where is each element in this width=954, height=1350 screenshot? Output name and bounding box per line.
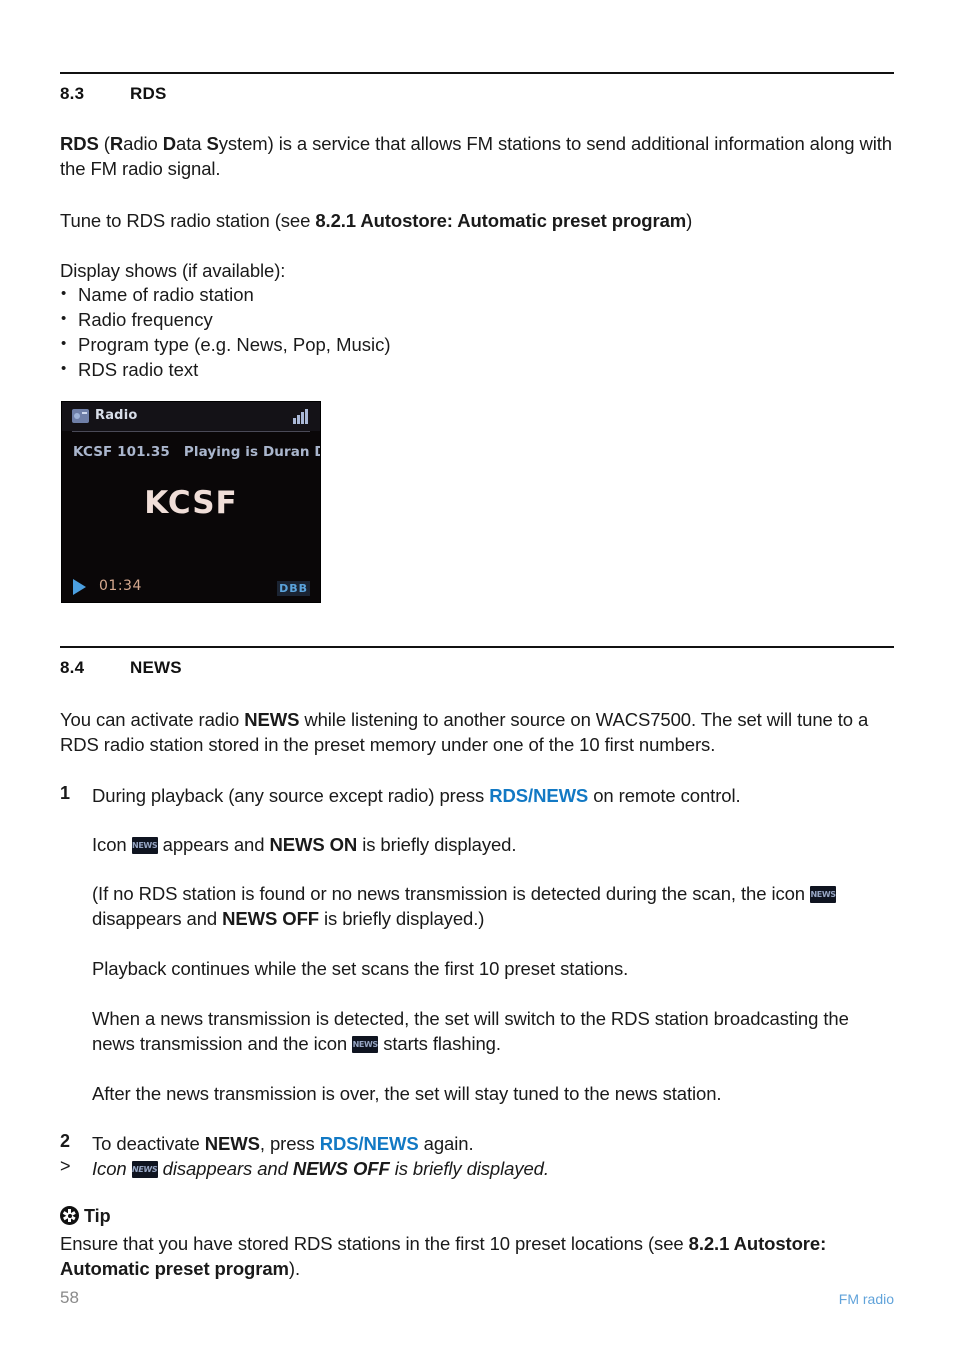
tip-block: Tip Ensure that you have stored RDS stat… bbox=[60, 1205, 896, 1279]
paragraph-tune-to-rds: Tune to RDS radio station (see 8.2.1 Aut… bbox=[60, 208, 896, 233]
paragraph-playback-note: Playback continues while the set scans t… bbox=[92, 958, 629, 979]
list-item: Name of radio station bbox=[60, 281, 760, 307]
paragraph-step-1: During playback (any source except radio… bbox=[92, 783, 896, 808]
step2-result-before: Icon bbox=[92, 1158, 132, 1179]
rds-intro-paren-open: ( bbox=[98, 133, 110, 154]
rds-abbrev: RDS bbox=[60, 133, 99, 154]
radio-source-icon bbox=[72, 409, 89, 423]
news-icon-label: NEWS bbox=[810, 889, 836, 899]
step2-result-after: is briefly displayed. bbox=[389, 1158, 549, 1179]
paragraph-tip-body: Ensure that you have stored RDS stations… bbox=[60, 1231, 896, 1281]
signal-bar bbox=[293, 418, 296, 424]
news-on-label: NEWS ON bbox=[269, 834, 358, 855]
news-indicator-icon: NEWS bbox=[131, 837, 158, 854]
list-item: RDS radio text bbox=[60, 356, 760, 382]
display-radio-text: Playing is Duran D bbox=[183, 444, 320, 460]
news-icon-label: NEWS bbox=[132, 840, 158, 850]
display-elapsed-time: 01:34 bbox=[99, 578, 142, 594]
news-intro-before: You can activate radio bbox=[60, 709, 245, 730]
step1-before: During playback (any source except radio… bbox=[92, 785, 490, 806]
step1-note-after: is briefly displayed.) bbox=[319, 908, 485, 929]
news-indicator-icon: NEWS bbox=[131, 1161, 158, 1178]
cross-ref-autostore: 8.2.1 Autostore: Automatic preset progra… bbox=[315, 210, 687, 231]
page-number: 58 bbox=[60, 1288, 79, 1307]
list-item: Radio frequency bbox=[60, 306, 760, 332]
status-bar-divider bbox=[72, 431, 310, 432]
paragraph-rds-intro: RDS (Radio Data System) is a service tha… bbox=[60, 131, 896, 181]
step1-after: on remote control. bbox=[588, 785, 741, 806]
button-rds-news-key[interactable]: RDS/NEWS bbox=[320, 1133, 419, 1154]
step2-middle: , press bbox=[259, 1133, 320, 1154]
paragraph-step-1-result: Icon NEWS appears and NEWS ON is briefly… bbox=[92, 832, 896, 857]
device-display-screenshot: Radio KCSF 101.35 Playing is Duran D KCSF… bbox=[62, 402, 320, 602]
signal-strength-icon bbox=[293, 409, 310, 424]
section-heading-news: 8.4 NEWS bbox=[60, 658, 182, 678]
divider-middle bbox=[60, 646, 894, 648]
tip-star-icon bbox=[60, 1206, 79, 1225]
display-station-name: KCSF bbox=[144, 485, 238, 521]
rds-r: R bbox=[109, 133, 124, 154]
news-keyword: NEWS bbox=[244, 709, 300, 730]
news-keyword: NEWS bbox=[204, 1133, 260, 1154]
list-display-items: Name of radio station Radio frequency Pr… bbox=[60, 281, 760, 382]
tune-text-after: ) bbox=[686, 210, 693, 231]
paragraph-step-2-result: Icon NEWS disappears and NEWS OFF is bri… bbox=[92, 1156, 896, 1181]
signal-bar bbox=[301, 412, 304, 424]
tip-heading: Tip bbox=[60, 1205, 896, 1227]
paragraph-step-2: To deactivate NEWS, press RDS/NEWS again… bbox=[92, 1131, 896, 1156]
section-title-rds: RDS bbox=[130, 84, 167, 103]
news-off-label: NEWS OFF bbox=[292, 1158, 390, 1179]
section-heading-rds: 8.3 RDS bbox=[60, 84, 167, 104]
step-number-2: 2 bbox=[60, 1131, 71, 1151]
step2-result-middle: disappears and bbox=[157, 1158, 293, 1179]
news-indicator-icon: NEWS bbox=[810, 886, 837, 903]
footer-chapter-label: FM radio bbox=[838, 1291, 894, 1307]
result-marker: > bbox=[60, 1156, 71, 1176]
rds-d: D bbox=[162, 133, 177, 154]
step1-note-middle: disappears and bbox=[92, 908, 223, 929]
paragraph-after-note: After the news transmission is over, the… bbox=[92, 1083, 722, 1104]
dbb-badge: DBB bbox=[277, 581, 310, 596]
step1-result-before: Icon bbox=[92, 834, 132, 855]
signal-bar bbox=[297, 415, 300, 424]
step2-before: To deactivate bbox=[92, 1133, 205, 1154]
paragraph-news-intro: You can activate radio NEWS while listen… bbox=[60, 707, 896, 757]
tip-before: Ensure that you have stored RDS stations… bbox=[60, 1233, 689, 1254]
paragraph-step-1-note: (If no RDS station is found or no news t… bbox=[92, 881, 896, 931]
step1-note-before: (If no RDS station is found or no news t… bbox=[92, 883, 811, 904]
section-number-rds: 8.3 bbox=[60, 84, 85, 103]
divider-top bbox=[60, 72, 894, 74]
display-rds-line: KCSF 101.35 Playing is Duran D bbox=[73, 444, 320, 460]
news-off-label: NEWS OFF bbox=[222, 908, 319, 929]
rds-adio: adio bbox=[123, 133, 163, 154]
step2-after: again. bbox=[418, 1133, 474, 1154]
rds-ata: ata bbox=[176, 133, 207, 154]
news-indicator-icon: NEWS bbox=[352, 1036, 379, 1053]
manual-page: 8.3 RDS RDS (Radio Data System) is a serv… bbox=[0, 0, 954, 1350]
tip-heading-label: Tip bbox=[84, 1206, 111, 1226]
paragraph-detection-note: When a news transmission is detected, th… bbox=[92, 1006, 896, 1056]
section-number-news: 8.4 bbox=[60, 658, 85, 677]
news-icon-label: NEWS bbox=[132, 1164, 158, 1174]
display-name-frequency: KCSF 101.35 bbox=[73, 444, 170, 460]
display-source-title: Radio bbox=[95, 408, 138, 423]
list-item: Program type (e.g. News, Pop, Music) bbox=[60, 331, 760, 357]
detect-after: starts flashing. bbox=[378, 1033, 501, 1054]
display-playback-bar: 01:34 DBB bbox=[62, 572, 320, 602]
rds-s: S bbox=[206, 133, 219, 154]
step1-result-middle: appears and bbox=[157, 834, 270, 855]
tune-text-before: Tune to RDS radio station (see bbox=[60, 210, 316, 231]
section-title-news: NEWS bbox=[130, 658, 182, 677]
signal-bar bbox=[305, 409, 308, 424]
rds-ystem: ystem) bbox=[218, 133, 274, 154]
tip-after: ). bbox=[288, 1258, 301, 1279]
button-rds-news-key[interactable]: RDS/NEWS bbox=[489, 785, 588, 806]
step1-result-after: is briefly displayed. bbox=[357, 834, 517, 855]
news-icon-label: NEWS bbox=[352, 1039, 379, 1049]
step-number-1: 1 bbox=[60, 783, 71, 803]
label-display-shows: Display shows (if available): bbox=[60, 260, 286, 281]
play-icon bbox=[73, 579, 86, 595]
